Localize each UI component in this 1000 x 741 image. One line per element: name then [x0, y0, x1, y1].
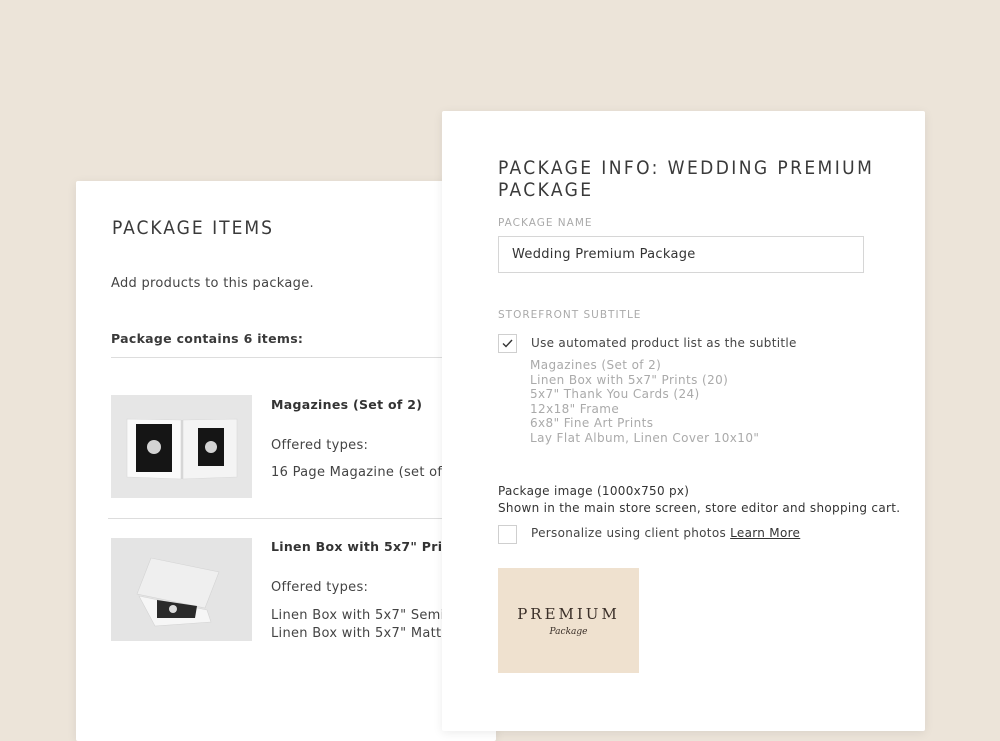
package-items-title: PACKAGE ITEMS — [112, 217, 274, 239]
package-name-input[interactable] — [498, 236, 864, 273]
auto-subtitle-label[interactable]: Use automated product list as the subtit… — [531, 336, 797, 350]
magazine-image — [111, 395, 252, 498]
item-name: Magazines (Set of 2) — [271, 397, 423, 412]
linen-box-thumbnail — [111, 538, 252, 641]
package-image-label: Package image (1000x750 px) — [498, 484, 690, 498]
linen-box-image — [111, 538, 252, 641]
offered-type: 16 Page Magazine (set of 2) — [271, 465, 461, 480]
package-info-title: PACKAGE INFO: WEDDING PREMIUM PACKAGE — [498, 157, 875, 201]
preview-title: PREMIUM — [517, 604, 620, 623]
package-items-count: Package contains 6 items: — [111, 331, 304, 346]
subtitle-product-list: Magazines (Set of 2) Linen Box with 5x7"… — [530, 358, 759, 445]
package-items-panel: PACKAGE ITEMS Add products to this packa… — [76, 181, 496, 741]
list-item: 12x18" Frame — [530, 401, 620, 416]
package-items-description: Add products to this package. — [111, 276, 314, 291]
list-item: Magazines (Set of 2) — [530, 358, 662, 372]
divider — [111, 357, 496, 358]
personalize-checkbox[interactable] — [498, 525, 517, 544]
learn-more-link[interactable]: Learn More — [730, 526, 800, 540]
list-item: Linen Box with 5x7" Prints (20) — [530, 372, 729, 387]
personalize-option: Personalize using client photos Learn Mo… — [531, 526, 800, 540]
checkmark-icon — [502, 339, 513, 348]
package-image-help: Shown in the main store screen, store ed… — [498, 501, 901, 515]
list-item: Lay Flat Album, Linen Cover 10x10" — [530, 430, 760, 445]
preview-subtitle: Package — [549, 626, 588, 637]
package-name-label: PACKAGE NAME — [498, 217, 593, 229]
package-info-panel: PACKAGE INFO: WEDDING PREMIUM PACKAGE PA… — [442, 111, 925, 731]
magazine-thumbnail — [111, 395, 252, 498]
divider — [108, 518, 496, 519]
auto-subtitle-checkbox[interactable] — [498, 334, 517, 353]
storefront-subtitle-label: STOREFRONT SUBTITLE — [498, 309, 642, 321]
list-item: 6x8" Fine Art Prints — [530, 416, 654, 430]
personalize-label[interactable]: Personalize using client photos — [531, 526, 726, 540]
offered-types-label: Offered types: — [271, 580, 369, 595]
offered-types-label: Offered types: — [271, 438, 369, 453]
package-image-preview[interactable]: PREMIUM Package — [498, 568, 639, 673]
list-item: 5x7" Thank You Cards (24) — [530, 387, 700, 401]
